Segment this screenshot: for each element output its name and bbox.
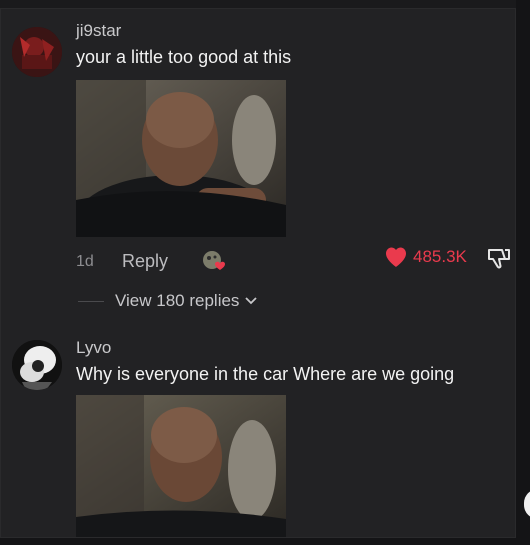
comment-username[interactable]: Lyvo <box>76 338 111 358</box>
comment-timestamp: 1d <box>76 253 94 270</box>
screen-edge <box>516 0 530 545</box>
chevron-down-icon <box>245 297 258 305</box>
comment-text: your a little too good at this <box>76 47 292 67</box>
comment-media-image[interactable] <box>76 80 286 237</box>
reaction-sticker-icon[interactable] <box>200 249 228 278</box>
avatar[interactable] <box>12 27 62 77</box>
replies-divider <box>78 301 104 302</box>
like-button[interactable]: 485.3K <box>384 246 467 268</box>
comment-username[interactable]: ji9star <box>76 21 121 41</box>
screen-edge-bottom <box>0 538 530 545</box>
heart-icon <box>386 247 406 267</box>
like-count: 485.3K <box>413 247 467 266</box>
reply-button[interactable]: Reply <box>122 251 168 272</box>
comment-text: Why is everyone in the car Where are we … <box>76 364 455 384</box>
comment-media-image[interactable] <box>76 395 286 537</box>
view-replies-button[interactable]: View 180 replies <box>115 291 258 311</box>
thumbs-down-icon[interactable] <box>486 246 512 275</box>
view-replies-label: View 180 replies <box>115 291 240 310</box>
avatar[interactable] <box>12 340 62 390</box>
